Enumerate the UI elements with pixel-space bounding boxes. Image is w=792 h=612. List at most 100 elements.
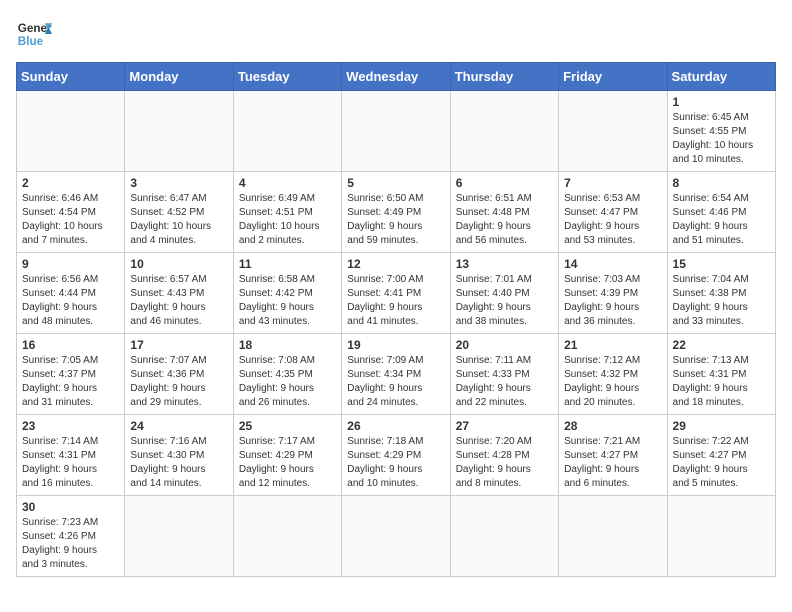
day-number: 4 <box>239 176 336 190</box>
calendar-cell: 27Sunrise: 7:20 AM Sunset: 4:28 PM Dayli… <box>450 415 558 496</box>
day-number: 17 <box>130 338 227 352</box>
day-number: 9 <box>22 257 119 271</box>
calendar-week-row: 16 Sunrise: 7:05 AM Sunset: 4:37 PM Dayli… <box>17 334 776 415</box>
day-info: Sunrise: 7:07 AM Sunset: 4:36 PM Dayligh… <box>130 354 227 410</box>
calendar-week-row: 9 Sunrise: 6:56 AM Sunset: 4:44 PM Daylig… <box>17 253 776 334</box>
day-info: Sunrise: 7:12 AM Sunset: 4:32 PM Dayligh… <box>564 354 661 410</box>
calendar-week-row: 23 Sunrise: 7:14 AM Sunset: 4:31 PM Dayli… <box>17 415 776 496</box>
calendar-header-row: SundayMondayTuesdayWednesdayThursdayFrid… <box>17 63 776 91</box>
day-info: Sunrise: 7:11 AM Sunset: 4:33 PM Dayligh… <box>456 354 553 410</box>
day-info: Sunrise: 6:51 AM Sunset: 4:48 PM Dayligh… <box>456 192 553 248</box>
day-number: 2 <box>22 176 119 190</box>
calendar-cell <box>667 496 775 577</box>
day-info: Sunrise: 6:50 AM Sunset: 4:49 PM Dayligh… <box>347 192 444 248</box>
day-info: Sunrise: 6:58 AM Sunset: 4:42 PM Dayligh… <box>239 273 336 329</box>
day-info: Sunrise: 7:04 AM Sunset: 4:38 PM Dayligh… <box>673 273 770 329</box>
day-info: Sunrise: 7:05 AM Sunset: 4:37 PM Dayligh… <box>22 354 119 410</box>
calendar-cell: 7 Sunrise: 6:53 AM Sunset: 4:47 PM Daylig… <box>559 172 667 253</box>
day-info: Sunrise: 7:00 AM Sunset: 4:41 PM Dayligh… <box>347 273 444 329</box>
day-info: Sunrise: 6:57 AM Sunset: 4:43 PM Dayligh… <box>130 273 227 329</box>
day-info: Sunrise: 7:01 AM Sunset: 4:40 PM Dayligh… <box>456 273 553 329</box>
logo-icon: General Blue <box>16 16 52 52</box>
calendar-cell <box>450 496 558 577</box>
logo: General Blue <box>16 16 52 52</box>
day-number: 11 <box>239 257 336 271</box>
day-number: 8 <box>673 176 770 190</box>
day-info: Sunrise: 7:17 AM Sunset: 4:29 PM Dayligh… <box>239 435 336 491</box>
day-info: Sunrise: 7:22 AM Sunset: 4:27 PM Dayligh… <box>673 435 770 491</box>
calendar-cell: 23 Sunrise: 7:14 AM Sunset: 4:31 PM Dayli… <box>17 415 125 496</box>
calendar-week-row: 1 Sunrise: 6:45 AM Sunset: 4:55 PM Daylig… <box>17 91 776 172</box>
calendar-cell <box>233 496 341 577</box>
calendar-cell <box>17 91 125 172</box>
svg-text:Blue: Blue <box>18 35 44 48</box>
day-number: 22 <box>673 338 770 352</box>
calendar-cell: 12 Sunrise: 7:00 AM Sunset: 4:41 PM Dayli… <box>342 253 450 334</box>
calendar-cell: 22Sunrise: 7:13 AM Sunset: 4:31 PM Dayli… <box>667 334 775 415</box>
day-number: 30 <box>22 500 119 514</box>
day-number: 3 <box>130 176 227 190</box>
calendar-cell: 30 Sunrise: 7:23 AM Sunset: 4:26 PM Dayli… <box>17 496 125 577</box>
day-info: Sunrise: 7:21 AM Sunset: 4:27 PM Dayligh… <box>564 435 661 491</box>
col-header-wednesday: Wednesday <box>342 63 450 91</box>
day-info: Sunrise: 7:09 AM Sunset: 4:34 PM Dayligh… <box>347 354 444 410</box>
calendar-cell: 19 Sunrise: 7:09 AM Sunset: 4:34 PM Dayli… <box>342 334 450 415</box>
calendar-cell: 6 Sunrise: 6:51 AM Sunset: 4:48 PM Daylig… <box>450 172 558 253</box>
day-number: 19 <box>347 338 444 352</box>
day-number: 25 <box>239 419 336 433</box>
calendar-cell <box>125 91 233 172</box>
calendar-cell: 24 Sunrise: 7:16 AM Sunset: 4:30 PM Dayli… <box>125 415 233 496</box>
calendar-cell <box>450 91 558 172</box>
calendar-cell: 1 Sunrise: 6:45 AM Sunset: 4:55 PM Daylig… <box>667 91 775 172</box>
day-number: 16 <box>22 338 119 352</box>
calendar-cell: 9 Sunrise: 6:56 AM Sunset: 4:44 PM Daylig… <box>17 253 125 334</box>
calendar-cell: 29 Sunrise: 7:22 AM Sunset: 4:27 PM Dayli… <box>667 415 775 496</box>
calendar-cell: 8 Sunrise: 6:54 AM Sunset: 4:46 PM Daylig… <box>667 172 775 253</box>
day-number: 6 <box>456 176 553 190</box>
day-number: 1 <box>673 95 770 109</box>
day-info: Sunrise: 7:08 AM Sunset: 4:35 PM Dayligh… <box>239 354 336 410</box>
col-header-thursday: Thursday <box>450 63 558 91</box>
day-number: 18 <box>239 338 336 352</box>
day-number: 29 <box>673 419 770 433</box>
calendar-cell <box>342 496 450 577</box>
day-number: 23 <box>22 419 119 433</box>
calendar-cell: 16 Sunrise: 7:05 AM Sunset: 4:37 PM Dayli… <box>17 334 125 415</box>
calendar-week-row: 30 Sunrise: 7:23 AM Sunset: 4:26 PM Dayli… <box>17 496 776 577</box>
day-number: 12 <box>347 257 444 271</box>
calendar-cell <box>559 496 667 577</box>
calendar-cell: 20Sunrise: 7:11 AM Sunset: 4:33 PM Dayli… <box>450 334 558 415</box>
day-number: 24 <box>130 419 227 433</box>
calendar-cell: 25 Sunrise: 7:17 AM Sunset: 4:29 PM Dayli… <box>233 415 341 496</box>
calendar-cell: 3 Sunrise: 6:47 AM Sunset: 4:52 PM Daylig… <box>125 172 233 253</box>
calendar-cell: 10 Sunrise: 6:57 AM Sunset: 4:43 PM Dayli… <box>125 253 233 334</box>
day-info: Sunrise: 6:54 AM Sunset: 4:46 PM Dayligh… <box>673 192 770 248</box>
day-info: Sunrise: 7:14 AM Sunset: 4:31 PM Dayligh… <box>22 435 119 491</box>
col-header-monday: Monday <box>125 63 233 91</box>
day-info: Sunrise: 6:45 AM Sunset: 4:55 PM Dayligh… <box>673 111 770 167</box>
calendar-table: SundayMondayTuesdayWednesdayThursdayFrid… <box>16 62 776 577</box>
day-number: 28 <box>564 419 661 433</box>
day-info: Sunrise: 7:18 AM Sunset: 4:29 PM Dayligh… <box>347 435 444 491</box>
calendar-cell: 21 Sunrise: 7:12 AM Sunset: 4:32 PM Dayli… <box>559 334 667 415</box>
day-info: Sunrise: 6:56 AM Sunset: 4:44 PM Dayligh… <box>22 273 119 329</box>
day-info: Sunrise: 7:16 AM Sunset: 4:30 PM Dayligh… <box>130 435 227 491</box>
day-number: 10 <box>130 257 227 271</box>
calendar-week-row: 2 Sunrise: 6:46 AM Sunset: 4:54 PM Daylig… <box>17 172 776 253</box>
day-number: 21 <box>564 338 661 352</box>
day-info: Sunrise: 7:20 AM Sunset: 4:28 PM Dayligh… <box>456 435 553 491</box>
day-info: Sunrise: 6:47 AM Sunset: 4:52 PM Dayligh… <box>130 192 227 248</box>
col-header-sunday: Sunday <box>17 63 125 91</box>
calendar-cell: 14Sunrise: 7:03 AM Sunset: 4:39 PM Dayli… <box>559 253 667 334</box>
day-number: 7 <box>564 176 661 190</box>
day-info: Sunrise: 6:46 AM Sunset: 4:54 PM Dayligh… <box>22 192 119 248</box>
day-number: 15 <box>673 257 770 271</box>
day-info: Sunrise: 6:49 AM Sunset: 4:51 PM Dayligh… <box>239 192 336 248</box>
day-info: Sunrise: 6:53 AM Sunset: 4:47 PM Dayligh… <box>564 192 661 248</box>
day-number: 5 <box>347 176 444 190</box>
calendar-cell: 13Sunrise: 7:01 AM Sunset: 4:40 PM Dayli… <box>450 253 558 334</box>
day-info: Sunrise: 7:23 AM Sunset: 4:26 PM Dayligh… <box>22 516 119 572</box>
header: General Blue <box>16 16 776 52</box>
calendar-cell: 5 Sunrise: 6:50 AM Sunset: 4:49 PM Daylig… <box>342 172 450 253</box>
calendar-cell <box>125 496 233 577</box>
